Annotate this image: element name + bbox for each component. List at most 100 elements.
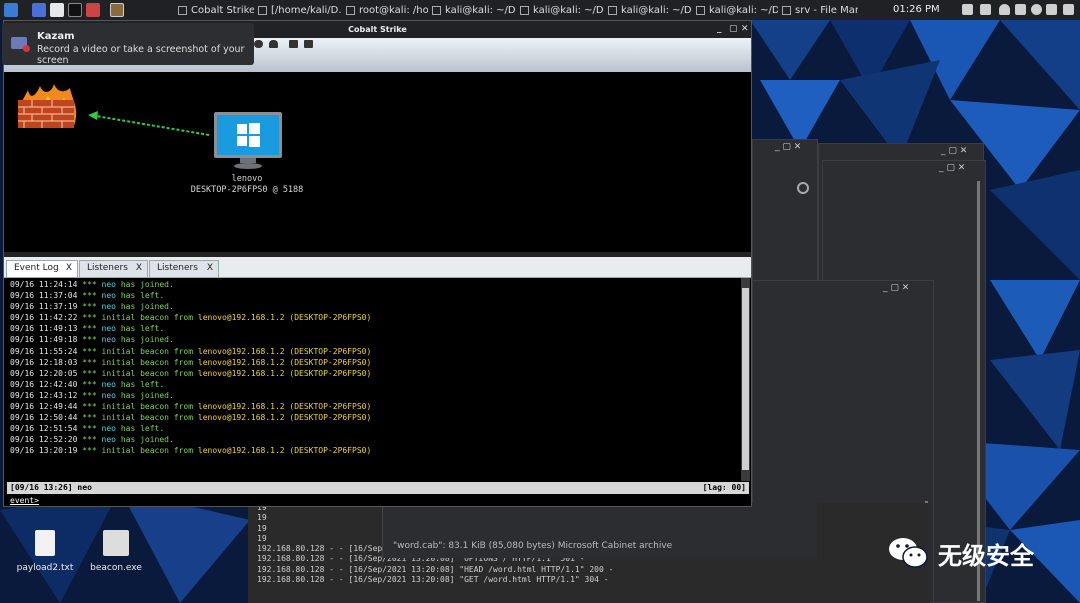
wechat-icon bbox=[889, 538, 928, 568]
task-label: kali@kali: ~/D... bbox=[621, 4, 692, 16]
terminal-icon[interactable] bbox=[68, 3, 82, 17]
command-prompt: event> bbox=[10, 496, 39, 505]
scrollbar[interactable] bbox=[741, 278, 750, 481]
log-action: has joined. bbox=[120, 280, 174, 289]
log-action: has left. bbox=[120, 424, 165, 434]
task-terminal[interactable]: kali@kali: ~/D... bbox=[692, 0, 778, 20]
task-terminal[interactable]: kali@kali: ~/D... bbox=[428, 0, 516, 20]
tab-close-icon[interactable]: X bbox=[136, 261, 142, 276]
volume-icon[interactable] bbox=[1015, 4, 1026, 15]
file-manager-window[interactable]: "word.cab": 83.1 KiB (85,080 bytes) Micr… bbox=[382, 503, 817, 558]
windows-host-icon[interactable] bbox=[212, 112, 284, 170]
command-input[interactable]: event> bbox=[7, 495, 749, 506]
terminal-icon bbox=[608, 5, 617, 15]
log-timestamp: 09/16 12:52:20 bbox=[10, 435, 78, 445]
tab-close-icon[interactable]: X bbox=[66, 261, 72, 276]
log-user: neo bbox=[101, 424, 116, 434]
log-timestamp: 09/16 11:49:13 bbox=[10, 324, 78, 334]
kazam-icon[interactable] bbox=[110, 3, 124, 17]
task-label: Cobalt Strike bbox=[191, 4, 254, 16]
log-entry: 09/16 11:37:04 *** neo has left. bbox=[10, 290, 741, 301]
tray-app-icon[interactable] bbox=[980, 4, 991, 15]
log-action: has left. bbox=[120, 379, 165, 389]
book-icon[interactable] bbox=[289, 40, 298, 48]
log-user: neo bbox=[101, 390, 116, 400]
tab-close-icon[interactable]: X bbox=[207, 261, 213, 276]
task-label: kali@kali: ~/D... bbox=[445, 4, 516, 16]
task-editor[interactable]: [/home/kali/D... bbox=[254, 0, 342, 20]
log-timestamp: 09/16 11:37:19 bbox=[10, 302, 78, 312]
desktop-icon-label: payload2.txt bbox=[16, 563, 74, 573]
tab-listeners[interactable]: Listeners X bbox=[149, 260, 219, 277]
desktop-icon-beacon[interactable]: beacon.exe bbox=[81, 530, 151, 573]
pivot-graph[interactable]: lenovo DESKTOP-2P6FPS0 @ 5188 bbox=[4, 72, 751, 252]
notifications-icon[interactable] bbox=[999, 4, 1010, 15]
folder-icon bbox=[782, 5, 791, 15]
window-controls[interactable]: _ ▢ ✕ bbox=[939, 163, 965, 173]
logout-icon[interactable] bbox=[1063, 4, 1074, 15]
log-beacon-host: lenovo@192.168.1.2 (DESKTOP-2P6FPS0) bbox=[197, 413, 372, 423]
host-id: DESKTOP-2P6FPS0 @ 5188 bbox=[190, 185, 304, 195]
log-entry: 09/16 13:20:19 *** initial beacon from l… bbox=[10, 445, 741, 456]
close-button[interactable]: ✕ bbox=[741, 21, 749, 38]
desktop-icon-payload[interactable]: payload2.txt bbox=[10, 530, 80, 573]
log-user: neo bbox=[101, 302, 116, 312]
window-controls[interactable]: _ ▢ ✕ bbox=[941, 146, 967, 156]
minimize-button[interactable]: _ bbox=[717, 21, 722, 38]
log-user: neo bbox=[101, 291, 116, 301]
log-user: neo bbox=[101, 324, 116, 334]
log-entry: 09/16 12:49:44 *** initial beacon from l… bbox=[10, 401, 741, 412]
log-timestamp: 09/16 12:43:12 bbox=[10, 390, 78, 400]
log-marker: *** bbox=[82, 446, 97, 456]
cobalt-strike-window[interactable]: Cobalt Strike _ ▢ ✕ lenovo DESKTOP-2P6FP… bbox=[3, 20, 752, 507]
log-marker: *** bbox=[82, 324, 97, 334]
kali-menu-icon[interactable] bbox=[4, 3, 18, 17]
log-beacon-host: lenovo@192.168.1.2 (DESKTOP-2P6FPS0) bbox=[197, 346, 372, 356]
log-beacon-host: lenovo@192.168.1.2 (DESKTOP-2P6FPS0) bbox=[197, 357, 372, 367]
event-log[interactable]: 09/16 11:24:14 *** neo has joined. 09/16 … bbox=[6, 278, 741, 481]
tray-display-icon[interactable] bbox=[962, 4, 973, 15]
log-entry: 09/16 12:42:40 *** neo has left. bbox=[10, 379, 741, 390]
cube-icon[interactable] bbox=[304, 40, 313, 48]
tab-listeners[interactable]: Listeners X bbox=[79, 260, 148, 277]
clock[interactable]: 01:26 PM bbox=[893, 0, 940, 20]
log-beacon-host: lenovo@192.168.1.2 (DESKTOP-2P6FPS0) bbox=[197, 313, 372, 323]
task-file-manager[interactable]: srv - File Man... bbox=[778, 0, 858, 20]
log-beacon-host: lenovo@192.168.1.2 (DESKTOP-2P6FPS0) bbox=[197, 402, 372, 412]
scrollbar-thumb[interactable] bbox=[742, 288, 749, 470]
task-terminal[interactable]: kali@kali: ~/D... bbox=[516, 0, 604, 20]
task-label: kali@kali: ~/D... bbox=[533, 4, 604, 16]
task-terminal[interactable]: kali@kali: ~/D... bbox=[604, 0, 692, 20]
lock-icon[interactable] bbox=[1046, 4, 1057, 15]
maximize-button[interactable]: ▢ bbox=[729, 21, 738, 38]
kazam-notification[interactable]: Kazam Record a video or take a screensho… bbox=[2, 23, 254, 66]
log-action: has joined. bbox=[120, 335, 174, 345]
host-label: lenovo DESKTOP-2P6FPS0 @ 5188 bbox=[154, 174, 340, 196]
window-controls[interactable]: _ ▢ ✕ bbox=[775, 142, 801, 152]
task-label: kali@kali: ~/D... bbox=[709, 4, 778, 16]
task-root-terminal[interactable]: root@kali: /ho... bbox=[342, 0, 428, 20]
log-action: initial beacon from bbox=[101, 346, 194, 356]
host-name: lenovo bbox=[231, 174, 263, 184]
cloud-icon[interactable] bbox=[269, 40, 278, 48]
log-action: has left. bbox=[120, 324, 165, 334]
terminal-icon bbox=[346, 5, 355, 15]
watermark: 无级安全 bbox=[888, 536, 1034, 570]
browser-icon[interactable] bbox=[86, 3, 100, 17]
workspace-icon[interactable] bbox=[32, 3, 46, 17]
log-timestamp: 09/16 12:50:44 bbox=[10, 413, 78, 423]
link-icon[interactable] bbox=[254, 40, 263, 48]
log-marker: *** bbox=[82, 402, 97, 412]
window-title: Cobalt Strike bbox=[348, 25, 407, 34]
log-action: has left. bbox=[120, 291, 165, 301]
file-manager-icon[interactable] bbox=[50, 3, 64, 17]
log-marker: *** bbox=[82, 313, 97, 323]
log-entry: 09/16 11:24:14 *** neo has joined. bbox=[10, 279, 741, 290]
reload-icon[interactable] bbox=[797, 182, 809, 194]
window-controls[interactable]: _ ▢ ✕ bbox=[883, 283, 909, 293]
task-cobalt-strike[interactable]: Cobalt Strike bbox=[174, 0, 254, 20]
beacon-link-arrow bbox=[88, 111, 210, 136]
tab-event-log[interactable]: Event Log X bbox=[6, 260, 78, 277]
log-beacon-host: lenovo@192.168.1.2 (DESKTOP-2P6FPS0) bbox=[197, 446, 372, 456]
power-icon[interactable] bbox=[1031, 4, 1042, 15]
